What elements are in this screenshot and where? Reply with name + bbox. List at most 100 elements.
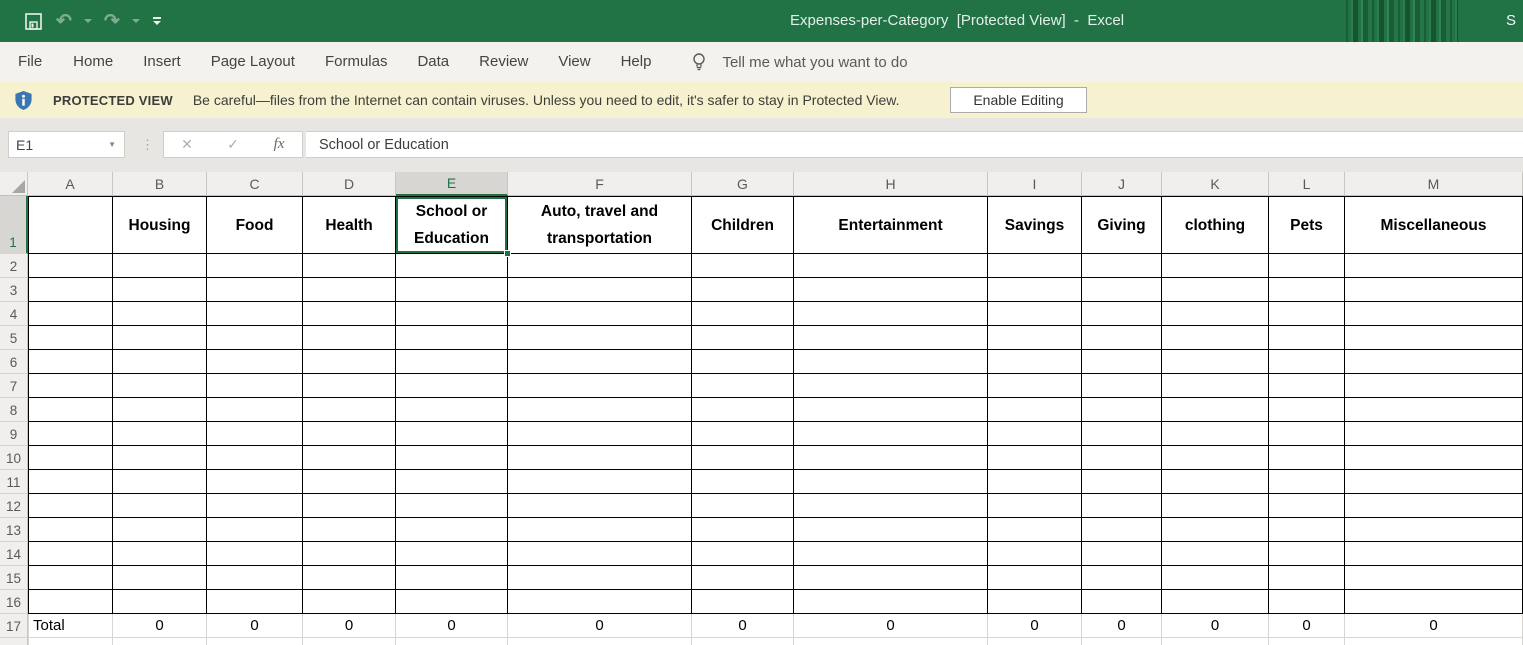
menu-item-review[interactable]: Review (464, 42, 543, 82)
column-header-G[interactable]: G (692, 172, 794, 196)
undo-button[interactable]: ↶ (49, 0, 79, 42)
cell-A14[interactable] (28, 542, 113, 566)
cell-B7[interactable] (113, 374, 207, 398)
cell-A18[interactable] (28, 638, 113, 645)
row-header-6[interactable]: 6 (0, 350, 28, 374)
cell-B5[interactable] (113, 326, 207, 350)
tell-me-box[interactable]: Tell me what you want to do (690, 52, 907, 72)
cell-E1[interactable]: School or Education (396, 196, 508, 254)
row-header-2[interactable]: 2 (0, 254, 28, 278)
cell-G17[interactable]: 0 (692, 614, 794, 638)
cell-C5[interactable] (207, 326, 303, 350)
row-header-17[interactable]: 17 (0, 614, 28, 638)
cell-F2[interactable] (508, 254, 692, 278)
cell-B3[interactable] (113, 278, 207, 302)
menu-item-view[interactable]: View (543, 42, 605, 82)
cell-M1[interactable]: Miscellaneous (1345, 196, 1523, 254)
cell-M17[interactable]: 0 (1345, 614, 1523, 638)
cell-M11[interactable] (1345, 470, 1523, 494)
cell-H8[interactable] (794, 398, 988, 422)
cell-A10[interactable] (28, 446, 113, 470)
cell-A2[interactable] (28, 254, 113, 278)
cell-C13[interactable] (207, 518, 303, 542)
menu-item-file[interactable]: File (0, 42, 58, 82)
cell-B2[interactable] (113, 254, 207, 278)
cell-J17[interactable]: 0 (1082, 614, 1162, 638)
cell-C16[interactable] (207, 590, 303, 614)
row-header-8[interactable]: 8 (0, 398, 28, 422)
cell-J3[interactable] (1082, 278, 1162, 302)
redo-dropdown-icon[interactable] (132, 19, 140, 23)
cell-C9[interactable] (207, 422, 303, 446)
cell-L7[interactable] (1269, 374, 1345, 398)
cell-B4[interactable] (113, 302, 207, 326)
cell-L15[interactable] (1269, 566, 1345, 590)
redo-button[interactable]: ↷ (97, 0, 127, 42)
cell-F9[interactable] (508, 422, 692, 446)
cell-L16[interactable] (1269, 590, 1345, 614)
cell-D15[interactable] (303, 566, 396, 590)
cell-E12[interactable] (396, 494, 508, 518)
cell-I16[interactable] (988, 590, 1082, 614)
cell-F5[interactable] (508, 326, 692, 350)
cell-G5[interactable] (692, 326, 794, 350)
cell-E5[interactable] (396, 326, 508, 350)
cell-E4[interactable] (396, 302, 508, 326)
cell-L12[interactable] (1269, 494, 1345, 518)
cell-E13[interactable] (396, 518, 508, 542)
cell-L13[interactable] (1269, 518, 1345, 542)
cell-F17[interactable]: 0 (508, 614, 692, 638)
cell-A12[interactable] (28, 494, 113, 518)
cell-L18[interactable] (1269, 638, 1345, 645)
cell-M5[interactable] (1345, 326, 1523, 350)
cell-D18[interactable] (303, 638, 396, 645)
cell-I6[interactable] (988, 350, 1082, 374)
cell-J14[interactable] (1082, 542, 1162, 566)
cell-M13[interactable] (1345, 518, 1523, 542)
cell-B16[interactable] (113, 590, 207, 614)
row-header-13[interactable]: 13 (0, 518, 28, 542)
cell-A9[interactable] (28, 422, 113, 446)
cell-B15[interactable] (113, 566, 207, 590)
cell-J11[interactable] (1082, 470, 1162, 494)
cell-G2[interactable] (692, 254, 794, 278)
cell-E15[interactable] (396, 566, 508, 590)
cell-B18[interactable] (113, 638, 207, 645)
cell-E3[interactable] (396, 278, 508, 302)
cell-G7[interactable] (692, 374, 794, 398)
cell-E14[interactable] (396, 542, 508, 566)
save-button[interactable] (18, 0, 49, 42)
cell-C2[interactable] (207, 254, 303, 278)
cell-G6[interactable] (692, 350, 794, 374)
cell-F8[interactable] (508, 398, 692, 422)
menu-item-insert[interactable]: Insert (128, 42, 196, 82)
cell-J8[interactable] (1082, 398, 1162, 422)
cell-B11[interactable] (113, 470, 207, 494)
cell-F4[interactable] (508, 302, 692, 326)
cell-I13[interactable] (988, 518, 1082, 542)
cell-I12[interactable] (988, 494, 1082, 518)
cell-G15[interactable] (692, 566, 794, 590)
cell-L9[interactable] (1269, 422, 1345, 446)
cell-M10[interactable] (1345, 446, 1523, 470)
cell-J2[interactable] (1082, 254, 1162, 278)
column-header-F[interactable]: F (508, 172, 692, 196)
cell-H12[interactable] (794, 494, 988, 518)
cell-J10[interactable] (1082, 446, 1162, 470)
cell-M14[interactable] (1345, 542, 1523, 566)
cell-K2[interactable] (1162, 254, 1269, 278)
cell-G8[interactable] (692, 398, 794, 422)
cell-I5[interactable] (988, 326, 1082, 350)
cell-A17[interactable]: Total (28, 614, 113, 638)
cell-F18[interactable] (508, 638, 692, 645)
cell-I15[interactable] (988, 566, 1082, 590)
column-header-H[interactable]: H (794, 172, 988, 196)
cell-B8[interactable] (113, 398, 207, 422)
cell-D14[interactable] (303, 542, 396, 566)
cell-D7[interactable] (303, 374, 396, 398)
cell-B1[interactable]: Housing (113, 196, 207, 254)
cell-H16[interactable] (794, 590, 988, 614)
cell-G4[interactable] (692, 302, 794, 326)
cell-D13[interactable] (303, 518, 396, 542)
cell-K9[interactable] (1162, 422, 1269, 446)
